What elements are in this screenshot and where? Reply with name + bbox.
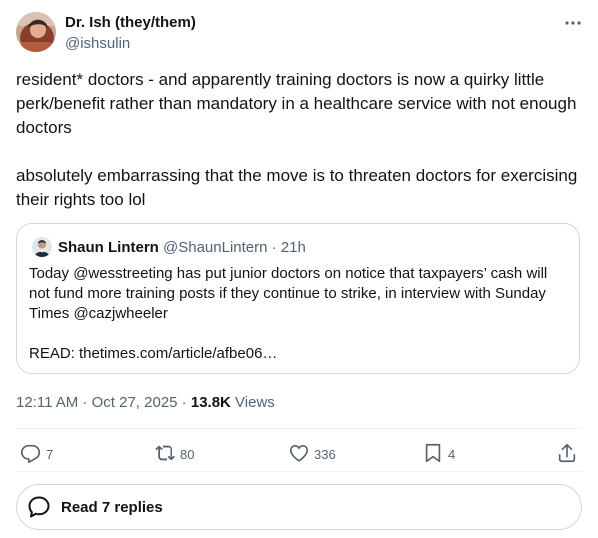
- author-name[interactable]: Dr. Ish (they/them): [65, 14, 196, 32]
- quoted-text: Today @wesstreeting has put junior docto…: [29, 265, 548, 362]
- reply-count: 7: [46, 446, 54, 462]
- post-time[interactable]: 12:11 AM: [16, 394, 78, 411]
- quoted-avatar-image: [32, 237, 52, 257]
- repost-icon: [155, 445, 175, 461]
- bookmark-count: 4: [448, 446, 456, 462]
- more-horizontal-icon: [565, 21, 581, 25]
- reply-bubble-icon: [21, 444, 41, 463]
- views-count: 13.8K: [190, 394, 231, 411]
- speech-bubble-icon: [26, 494, 52, 520]
- quoted-author-avatar: [32, 237, 52, 257]
- author-avatar[interactable]: [16, 12, 56, 52]
- bookmark-icon: [425, 443, 441, 463]
- repost-count: 80: [180, 446, 195, 462]
- post: Dr. Ish (they/them) @ishsulin resident* …: [0, 0, 598, 538]
- quoted-author-handle: @ShaunLintern: [163, 239, 268, 256]
- meta-separator: ·: [78, 394, 92, 411]
- avatar-image: [16, 12, 56, 52]
- quoted-author-name: Shaun Lintern: [58, 239, 159, 256]
- bookmark-button[interactable]: 4: [422, 441, 455, 465]
- share-icon: [558, 443, 576, 463]
- post-meta: 12:11 AM · Oct 27, 2025 · 13.8K Views: [16, 394, 275, 412]
- divider: [16, 471, 582, 472]
- post-date[interactable]: Oct 27, 2025: [92, 394, 178, 411]
- reply-button[interactable]: 7: [20, 441, 53, 465]
- heart-icon: [289, 445, 309, 462]
- more-options-button[interactable]: [562, 12, 584, 34]
- quoted-header: Shaun Lintern @ShaunLintern · 21h: [58, 239, 306, 257]
- share-button[interactable]: [556, 441, 578, 465]
- quoted-age: 21h: [280, 239, 306, 256]
- read-replies-label: Read 7 replies: [61, 498, 163, 516]
- like-button[interactable]: 336: [288, 441, 336, 465]
- quoted-post[interactable]: Shaun Lintern @ShaunLintern · 21h Today …: [16, 223, 580, 374]
- author-handle[interactable]: @ishsulin: [65, 35, 130, 53]
- views-label: Views: [230, 394, 275, 411]
- read-replies-button[interactable]: Read 7 replies: [16, 484, 582, 530]
- meta-separator: ·: [177, 394, 191, 411]
- like-count: 336: [314, 446, 336, 462]
- repost-button[interactable]: 80: [154, 441, 194, 465]
- divider: [16, 428, 582, 429]
- quoted-separator: ·: [267, 239, 281, 256]
- post-text: resident* doctors - and apparently train…: [16, 70, 578, 209]
